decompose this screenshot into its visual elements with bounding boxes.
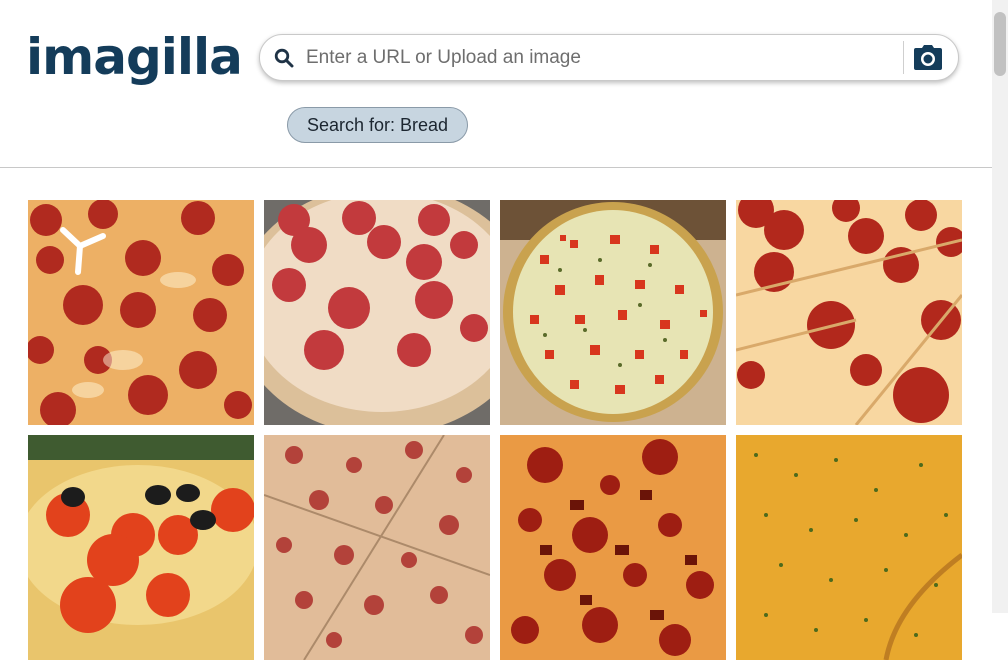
result-image-7[interactable] — [500, 435, 726, 660]
result-image-6[interactable] — [264, 435, 490, 660]
result-image-8[interactable] — [736, 435, 962, 660]
camera-upload-button[interactable] — [910, 41, 946, 74]
pizza-image — [264, 200, 490, 425]
search-input[interactable] — [304, 43, 888, 73]
search-bar — [259, 34, 959, 81]
logo[interactable]: imagilla — [26, 26, 243, 88]
pizza-image — [28, 435, 254, 660]
result-image-4[interactable] — [736, 200, 962, 425]
pizza-image — [500, 435, 726, 660]
search-icon[interactable] — [274, 48, 294, 68]
search-divider — [903, 41, 904, 74]
result-image-3[interactable] — [500, 200, 726, 425]
pizza-image — [736, 200, 962, 425]
search-for-suggestion-button[interactable]: Search for: Bread — [287, 107, 468, 143]
result-image-1[interactable] — [28, 200, 254, 425]
scroll-thumb[interactable] — [994, 12, 1006, 76]
camera-icon — [914, 45, 942, 70]
page-scrollbar[interactable] — [992, 0, 1008, 613]
pizza-image — [736, 435, 962, 660]
pizza-image — [28, 200, 254, 425]
result-image-2[interactable] — [264, 200, 490, 425]
result-image-5[interactable] — [28, 435, 254, 660]
pizza-image — [500, 200, 726, 425]
pizza-image — [264, 435, 490, 660]
header: imagilla Search for: Bread — [0, 0, 992, 168]
